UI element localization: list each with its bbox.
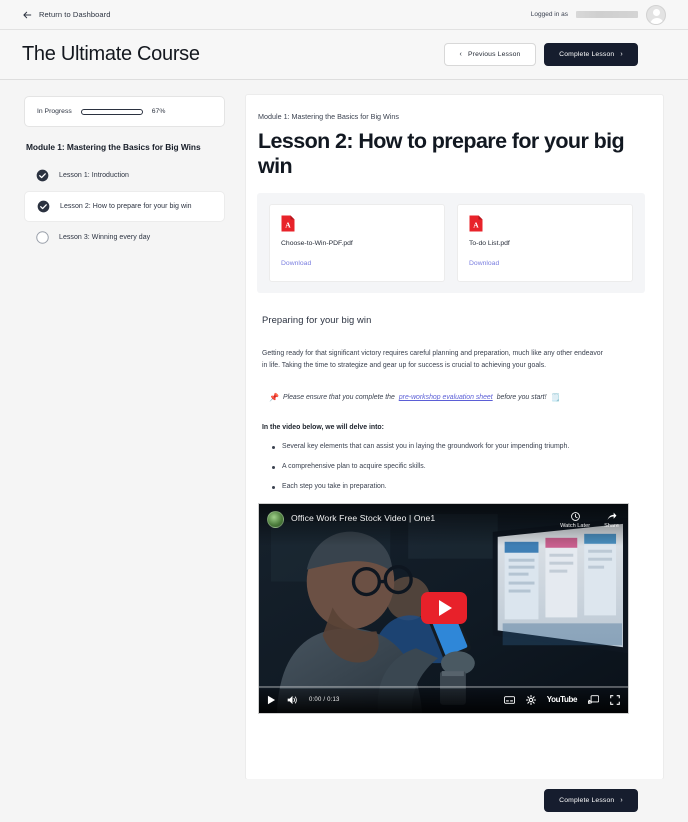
pdf-file-icon: A [281, 215, 295, 232]
top-bar: Return to Dashboard Logged in as [0, 0, 688, 30]
header-actions: ‹ Previous Lesson Complete Lesson › [444, 43, 638, 66]
fullscreen-icon[interactable] [610, 694, 620, 705]
progress-percent-label: 67% [151, 108, 166, 115]
lesson-bullet-item: Each step you take in preparation. [272, 483, 645, 490]
video-title: Office Work Free Stock Video | One1 [291, 513, 436, 524]
note-text-after: before you start! [496, 394, 547, 402]
cast-icon[interactable] [588, 695, 599, 704]
sidebar-module-title: Module 1: Mastering the Basics for Big W… [26, 142, 201, 152]
captions-icon[interactable] [503, 696, 515, 704]
avatar[interactable] [646, 4, 666, 25]
course-header: The Ultimate Course ‹ Previous Lesson Co… [0, 30, 688, 80]
lesson-completed-check-icon [37, 200, 50, 213]
youtube-logo[interactable]: YouTube [547, 695, 578, 704]
youtube-play-icon[interactable] [420, 592, 467, 625]
share-button[interactable]: Share [604, 512, 619, 529]
watch-later-button[interactable]: Watch Later [560, 511, 591, 529]
complete-lesson-label: Complete Lesson [559, 51, 615, 58]
lesson-content: Module 1: Mastering the Basics for Big W… [245, 94, 664, 780]
svg-text:A: A [473, 221, 479, 230]
attachment-card[interactable]: A Choose-to-Win-PDF.pdf Download [269, 204, 445, 282]
note-text-before: Please ensure that you complete the [282, 394, 395, 402]
share-label: Share [604, 522, 619, 529]
complete-lesson-button-bottom[interactable]: Complete Lesson › [544, 789, 638, 812]
chevron-left-icon: ‹ [459, 51, 462, 58]
account-area: Logged in as [530, 4, 666, 25]
attachment-card[interactable]: A To-do List.pdf Download [457, 204, 633, 282]
section-title: Preparing for your big win [262, 314, 372, 325]
lesson-bullet-list: Several key elements that can assist you… [272, 443, 645, 490]
footer-bar: Complete Lesson › [0, 779, 688, 822]
sidebar-lesson-label: Lesson 1: Introduction [59, 172, 129, 179]
logged-in-label: Logged in as [530, 11, 568, 18]
attachments-panel: A Choose-to-Win-PDF.pdf Download A To-do… [257, 193, 645, 293]
username-redacted [576, 11, 638, 18]
arrow-left-icon [23, 11, 32, 18]
progress-status-label: In Progress [37, 108, 72, 115]
page-body: In Progress 67% Module 1: Mastering the … [0, 80, 688, 821]
lesson-incomplete-circle-icon [36, 231, 49, 244]
lesson-bullet-item: A comprehensive plan to acquire specific… [272, 463, 645, 470]
video-lead-in: In the video below, we will delve into: [262, 423, 384, 431]
chevron-right-icon: › [620, 797, 623, 804]
sidebar: In Progress 67% Module 1: Mastering the … [24, 94, 225, 253]
progress-bar [80, 108, 143, 115]
complete-lesson-button-top[interactable]: Complete Lesson › [544, 43, 638, 66]
pdf-file-icon: A [469, 215, 483, 232]
evaluation-note: 📌 Please ensure that you complete the pr… [269, 392, 645, 402]
lesson-completed-check-icon [36, 169, 49, 182]
video-actions: Watch Later Share [560, 511, 619, 529]
channel-avatar-icon[interactable] [267, 510, 284, 528]
video-controls-bar: 0:00 / 0:13 YouTube [259, 686, 628, 713]
volume-icon[interactable] [287, 695, 298, 705]
lesson-bullet-item: Several key elements that can assist you… [272, 443, 645, 450]
lesson-list: Lesson 1: Introduction Lesson 2: How to p… [24, 160, 225, 253]
sidebar-lesson-1[interactable]: Lesson 1: Introduction [24, 160, 225, 191]
previous-lesson-button[interactable]: ‹ Previous Lesson [444, 43, 536, 66]
video-time-display: 0:00 / 0:13 [309, 696, 340, 703]
attachment-filename: Choose-to-Win-PDF.pdf [281, 240, 353, 247]
lesson-heading: Lesson 2: How to prepare for your big wi… [258, 129, 625, 178]
return-to-dashboard-label: Return to Dashboard [39, 10, 111, 19]
video-right-controls: YouTube [503, 694, 620, 705]
video-top-bar: Office Work Free Stock Video | One1 Watc… [259, 503, 628, 546]
share-arrow-icon [607, 512, 616, 520]
previous-lesson-label: Previous Lesson [467, 51, 521, 58]
complete-lesson-label: Complete Lesson [559, 797, 615, 804]
sidebar-lesson-3[interactable]: Lesson 3: Winning every day [24, 222, 225, 253]
attachment-filename: To-do List.pdf [469, 240, 510, 247]
intro-paragraph: Getting ready for that significant victo… [262, 350, 603, 369]
sidebar-lesson-label: Lesson 2: How to prepare for your big wi… [60, 203, 192, 210]
pushpin-emoji-icon: 📌 [269, 392, 279, 402]
notepad-emoji-icon: 🗒️ [550, 392, 561, 402]
video-player[interactable]: Office Work Free Stock Video | One1 Watc… [258, 502, 629, 714]
clock-icon [570, 511, 580, 521]
svg-text:A: A [285, 221, 291, 230]
play-triangle-icon [438, 600, 452, 617]
sidebar-lesson-label: Lesson 3: Winning every day [59, 234, 151, 241]
attachment-download-link[interactable]: Download [469, 260, 499, 267]
settings-gear-icon[interactable] [525, 694, 536, 705]
return-to-dashboard-link[interactable]: Return to Dashboard [22, 10, 111, 20]
sidebar-lesson-2[interactable]: Lesson 2: How to prepare for your big wi… [24, 191, 225, 222]
progress-card: In Progress 67% [24, 96, 225, 127]
attachment-download-link[interactable]: Download [281, 260, 311, 267]
play-icon[interactable] [267, 695, 276, 705]
pre-workshop-evaluation-link[interactable]: pre-workshop evaluation sheet [399, 394, 493, 401]
watch-later-label: Watch Later [560, 522, 591, 529]
page-title: The Ultimate Course [22, 43, 200, 65]
breadcrumb: Module 1: Mastering the Basics for Big W… [258, 112, 400, 121]
chevron-right-icon: › [620, 51, 623, 58]
